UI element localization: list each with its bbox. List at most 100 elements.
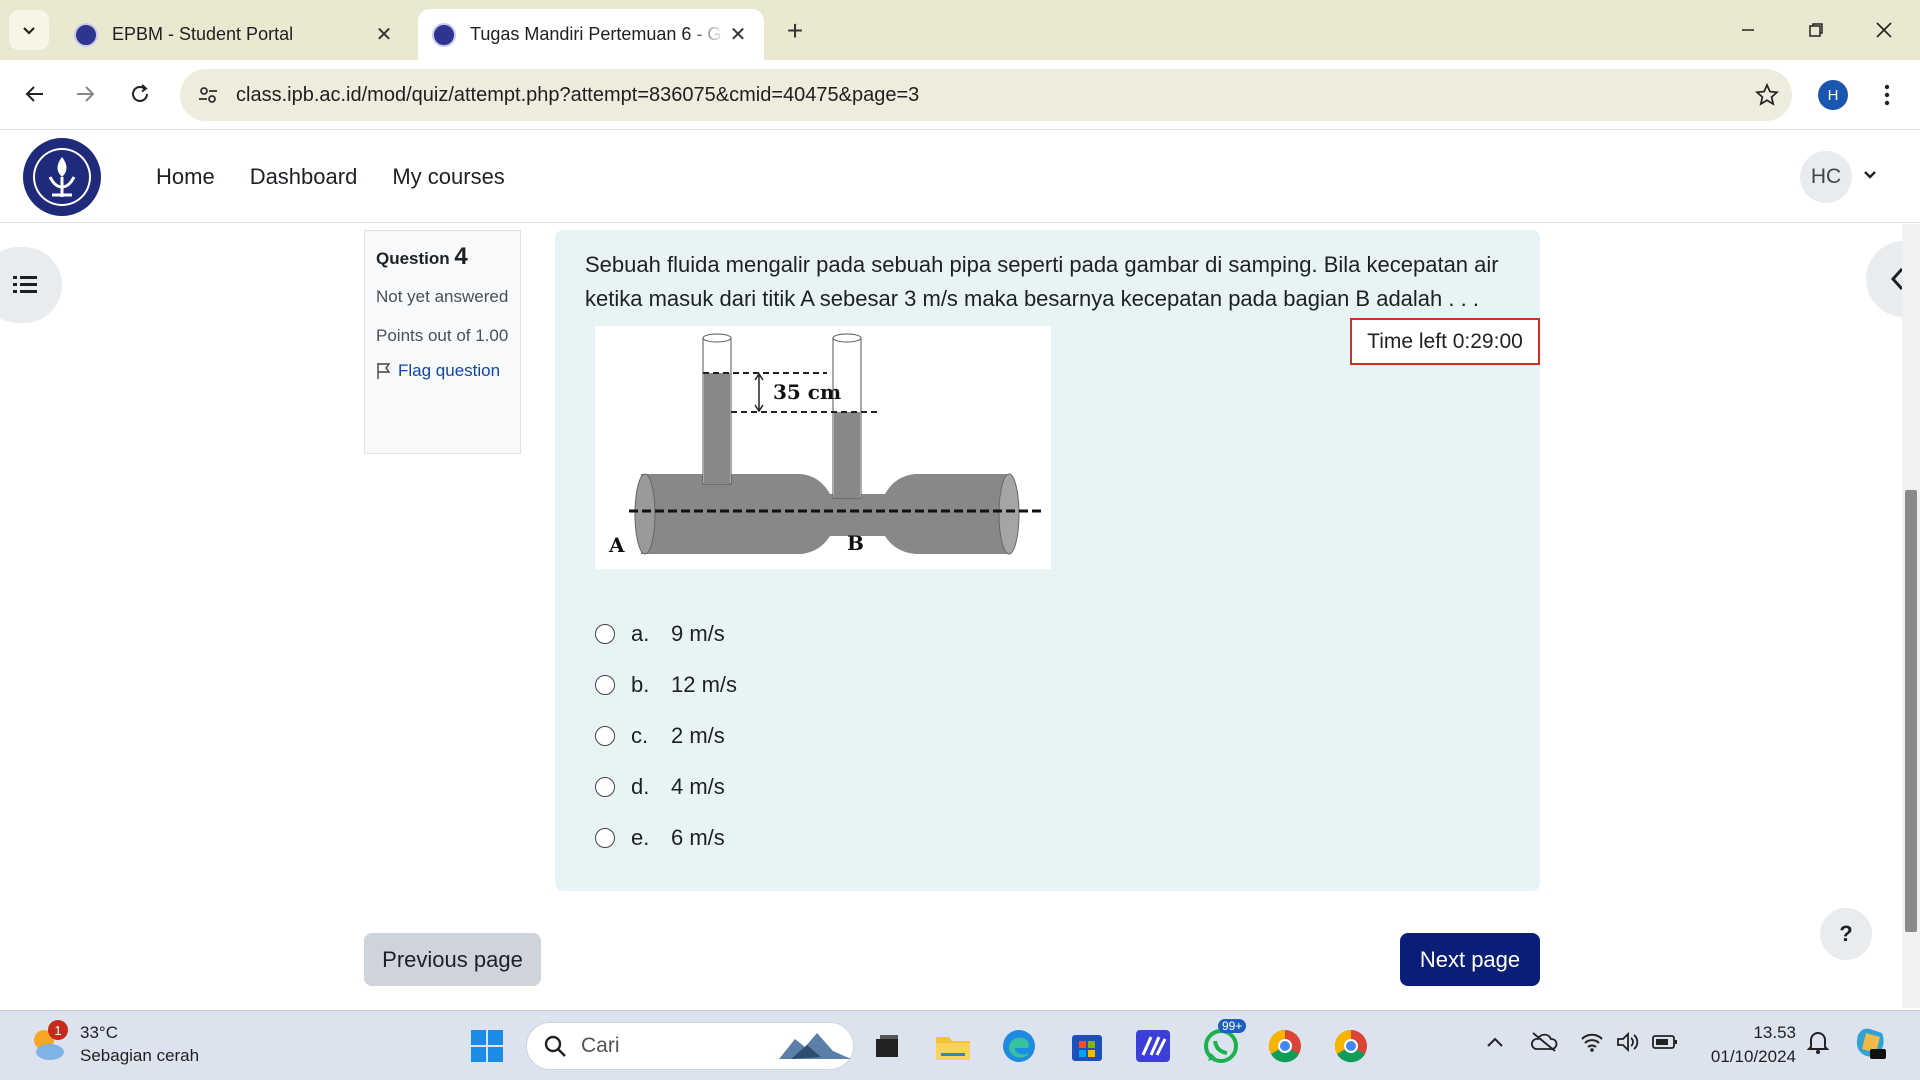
answer-radio[interactable] [595,776,615,797]
answer-text: 9 m/s [671,620,725,646]
question-state: Not yet answered [376,287,509,306]
chrome-profile-2-button[interactable] [1332,1027,1370,1065]
next-page-button[interactable]: Next page [1400,933,1540,986]
kebab-menu-icon [1884,84,1890,106]
search-highlight-icon [779,1033,851,1059]
microsoft-store-button[interactable] [1068,1027,1106,1065]
browser-menu-button[interactable] [1872,78,1902,112]
answer-letter: c. [631,722,649,748]
clock-date: 01/10/2024 [1710,1047,1796,1066]
question-text: Sebuah fluida mengalir pada sebuah pipa … [585,252,1499,311]
taskbar-clock[interactable]: 13.53 01/10/2024 [1700,1021,1796,1069]
nav-dashboard-link[interactable]: Dashboard [250,164,358,190]
arrow-right-icon [77,86,95,102]
wifi-status-icon[interactable] [1580,1031,1604,1058]
ipb-logo[interactable] [22,137,102,217]
help-button[interactable]: ? [1820,908,1872,960]
task-view-button[interactable] [868,1027,906,1065]
height-label: 35 cm [773,380,841,404]
tab-quiz[interactable]: Tugas Mandiri Pertemuan 6 - G ✕ [418,9,764,60]
windows-logo-icon [471,1030,503,1062]
question-grade: Points out of 1.00 [376,326,509,345]
tab-search-button[interactable] [9,10,49,50]
answer-option-c[interactable]: c. 2 m/s [595,710,737,761]
open-course-index-button[interactable] [0,247,62,323]
browser-tabstrip: EPBM - Student Portal ✕ Tugas Mandiri Pe… [0,0,1920,60]
reload-button[interactable] [120,74,160,114]
volume-status-icon[interactable] [1616,1031,1640,1058]
ipb-favicon-icon [432,22,456,47]
site-settings-icon[interactable] [180,84,236,106]
address-bar[interactable]: class.ipb.ac.id/mod/quiz/attempt.php?att… [180,69,1792,121]
show-hidden-icons-button[interactable] [1486,1035,1504,1054]
weather-badge: 1 [48,1020,68,1040]
taskbar-search-box[interactable]: Cari [526,1022,854,1070]
tune-icon [199,87,217,103]
clock-time: 13.53 [1753,1023,1796,1042]
flag-question-label: Flag question [398,361,501,380]
copilot-button[interactable] [1852,1025,1888,1066]
tab-title: Tugas Mandiri Pertemuan 6 - G [470,24,722,44]
answer-option-b[interactable]: b. 12 m/s [595,659,737,710]
chrome-profile-h-button[interactable] [1266,1027,1304,1065]
cloud-off-icon [1531,1032,1558,1052]
quiz-timer: Time left 0:29:00 [1350,318,1540,365]
wifi-icon [1581,1033,1603,1052]
notification-center-button[interactable] [1806,1029,1830,1060]
answer-text: 12 m/s [671,671,738,697]
flag-question-link[interactable]: Flag question [376,361,509,381]
edge-browser-button[interactable] [1000,1027,1038,1065]
file-explorer-button[interactable] [934,1027,972,1065]
forward-button[interactable] [66,74,106,114]
battery-status-icon[interactable] [1652,1033,1678,1056]
venturi-pipe-figure: 35 cm A B [608,333,1041,557]
onedrive-status-icon[interactable] [1530,1031,1558,1058]
answer-letter: b. [631,671,650,697]
answer-radio[interactable] [595,623,615,644]
new-tab-button[interactable]: + [778,14,812,48]
close-icon [1876,22,1892,38]
copilot-icon [1856,1028,1886,1059]
weather-description: Sebagian cerah [80,1046,200,1065]
browser-profile-avatar[interactable]: H [1818,80,1848,110]
back-button[interactable] [14,74,54,114]
answer-text: 6 m/s [671,824,725,850]
bookmark-star-icon[interactable] [1742,83,1792,107]
answer-letter: a. [631,620,650,646]
question-info-panel: Question 4 Not yet answered Points out o… [364,230,521,454]
answer-radio[interactable] [595,674,615,695]
answer-radio[interactable] [595,827,615,848]
answer-option-e[interactable]: e. 6 m/s [595,812,737,863]
previous-page-button[interactable]: Previous page [364,933,541,986]
close-window-button[interactable] [1862,12,1906,48]
close-tab-icon[interactable]: ✕ [372,22,396,47]
close-tab-icon[interactable]: ✕ [726,22,750,47]
minimize-button[interactable] [1726,12,1770,48]
answer-radio[interactable] [595,725,615,746]
restore-button[interactable] [1794,12,1838,48]
scrollbar-thumb[interactable] [1905,490,1917,932]
weather-temperature: 33°C [80,1023,118,1042]
point-b-label: B [847,531,864,555]
answer-option-a[interactable]: a. 9 m/s [595,608,737,659]
speaker-icon [1617,1031,1639,1053]
reload-icon [132,84,148,102]
tab-student-portal[interactable]: EPBM - Student Portal ✕ [60,9,410,60]
flag-icon [377,363,391,379]
start-button[interactable] [468,1027,506,1065]
answer-option-d[interactable]: d. 4 m/s [595,761,737,812]
restore-icon [1809,23,1823,37]
chevron-down-icon[interactable] [1862,167,1878,183]
answer-list: a. 9 m/s b. 12 m/s c. 2 m/s d. 4 m/s e. … [595,608,737,863]
app-button[interactable] [1134,1027,1172,1065]
user-menu-avatar[interactable]: HC [1800,151,1852,203]
site-navbar: Home Dashboard My courses HC [0,131,1920,223]
windows-taskbar: 1 33°C Sebagian cerah Cari 99+ 13.53 01/… [0,1010,1920,1080]
weather-widget[interactable]: 1 33°C Sebagian cerah [28,1020,200,1067]
star-icon [1755,83,1779,106]
edge-icon [1003,1030,1035,1062]
chevron-down-icon [23,27,35,35]
nav-my-courses-link[interactable]: My courses [392,164,504,190]
nav-home-link[interactable]: Home [156,164,215,190]
whatsapp-button[interactable]: 99+ [1202,1019,1247,1065]
